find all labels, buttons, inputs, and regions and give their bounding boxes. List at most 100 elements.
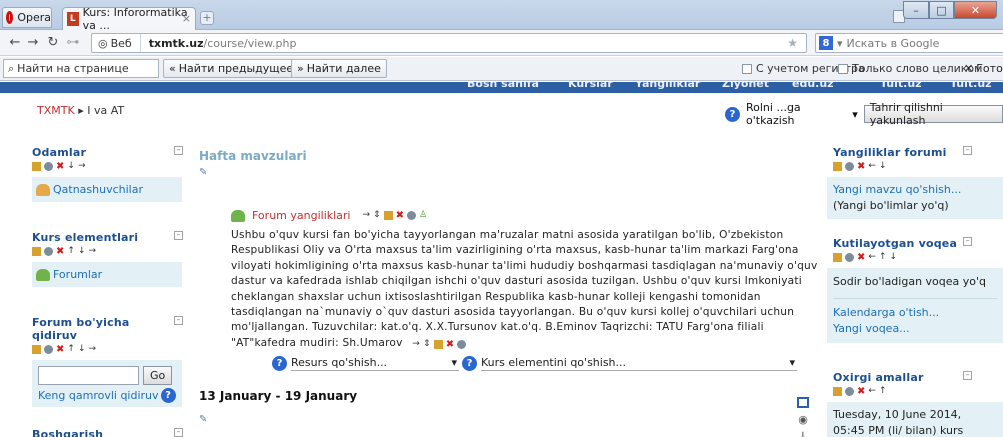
find-input[interactable]: ⌕ Найти на странице xyxy=(3,59,159,78)
new-tab-button[interactable]: + xyxy=(200,11,214,25)
go-button[interactable]: Go xyxy=(143,366,173,385)
move-down-icon[interactable]: ↓ xyxy=(78,247,86,256)
back-icon[interactable]: ← xyxy=(6,35,24,50)
move-icon[interactable]: ⇕ xyxy=(373,211,381,220)
edit-icon[interactable] xyxy=(32,162,41,171)
move-down-icon[interactable]: ↓ xyxy=(799,431,807,437)
delete-icon[interactable]: ✖ xyxy=(446,339,455,349)
hide-section-icon[interactable]: ◉ xyxy=(798,413,808,426)
find-previous-button[interactable]: « Найти предыдущее xyxy=(163,59,300,78)
add-activity-select[interactable]: Kurs elementini qo'shish... ▾ xyxy=(481,355,797,371)
key-icon[interactable]: ⊶ xyxy=(64,35,82,50)
move-down-icon[interactable]: ↓ xyxy=(67,162,75,171)
opera-menu-button[interactable]: Opera xyxy=(2,7,52,28)
match-case-box[interactable] xyxy=(742,63,752,74)
collapse-icon[interactable]: – xyxy=(174,428,183,437)
add-topic-link[interactable]: Yangi mavzu qo'shish... xyxy=(833,183,961,196)
news-forum-link[interactable]: Forum yangiliklari xyxy=(252,209,351,222)
move-up-icon[interactable]: ↑ xyxy=(879,387,887,396)
move-right-icon[interactable]: → xyxy=(78,162,86,171)
move-left-icon[interactable]: ← xyxy=(868,387,876,396)
hide-icon[interactable] xyxy=(406,211,416,220)
collapse-icon[interactable]: – xyxy=(174,146,183,155)
hide-icon[interactable] xyxy=(44,162,53,171)
move-right-icon[interactable]: → xyxy=(412,339,420,349)
find-next-button[interactable]: » Найти далее xyxy=(291,59,387,78)
help-icon[interactable]: ? xyxy=(272,355,287,371)
forward-icon[interactable]: → xyxy=(24,35,42,50)
tab-close-icon[interactable]: × xyxy=(182,12,191,25)
bookmark-star-icon[interactable]: ★ xyxy=(787,36,798,50)
move-up-icon[interactable]: ↑ xyxy=(879,253,887,262)
advanced-search-link[interactable]: Keng qamrovli qidiruv xyxy=(38,389,159,402)
search-field[interactable]: 8 ▾ Искать в Google xyxy=(815,33,1003,53)
move-right-icon[interactable]: → xyxy=(88,247,96,256)
move-up-icon[interactable]: ↑ xyxy=(67,345,75,354)
close-button[interactable]: ✕ xyxy=(954,1,997,19)
show-only-section-icon[interactable] xyxy=(797,397,809,408)
reload-icon[interactable]: ↻ xyxy=(44,35,62,50)
search-dropdown-icon[interactable]: ▾ xyxy=(837,37,843,50)
move-right-icon[interactable]: → xyxy=(363,211,371,220)
whole-word-checkbox[interactable]: Только слово целиком xyxy=(838,62,982,75)
delete-icon[interactable]: ✖ xyxy=(396,211,404,221)
highlight-icon[interactable]: ✎ xyxy=(199,167,207,178)
add-resource-select[interactable]: Resurs qo'shish... ▾ xyxy=(291,355,459,371)
hide-icon[interactable] xyxy=(44,247,53,256)
tab-course[interactable]: L Kurs: Inforormatika va ... × xyxy=(62,6,196,32)
delete-icon[interactable]: ✖ xyxy=(857,162,865,172)
find-done-button[interactable]: ✕ Готово xyxy=(964,62,1003,75)
hide-icon[interactable] xyxy=(845,387,854,396)
site-nav-item[interactable]: Yangiliklar xyxy=(635,82,700,90)
collapse-icon[interactable]: – xyxy=(174,231,183,240)
turn-editing-off-button[interactable]: Tahrir qilishni yakunlash xyxy=(863,101,1003,127)
switch-role-select[interactable]: Rolni ...ga o'tkazish ▾ xyxy=(746,101,858,127)
edit-icon[interactable] xyxy=(32,247,41,256)
help-icon[interactable]: ? xyxy=(462,355,477,371)
move-icon[interactable]: ⇕ xyxy=(423,339,431,349)
edit-icon[interactable] xyxy=(833,387,842,396)
move-up-icon[interactable]: ↑ xyxy=(67,247,75,256)
move-down-icon[interactable]: ↓ xyxy=(78,345,86,354)
collapse-icon[interactable]: – xyxy=(174,316,183,325)
hide-icon[interactable] xyxy=(845,162,854,171)
breadcrumb-root-link[interactable]: TXMTK xyxy=(37,104,75,117)
move-left-icon[interactable]: ← xyxy=(868,162,876,171)
move-left-icon[interactable]: ← xyxy=(868,253,876,262)
whole-word-box[interactable] xyxy=(838,63,848,74)
collapse-icon[interactable]: – xyxy=(963,237,972,246)
collapse-icon[interactable]: – xyxy=(963,371,972,380)
edit-icon[interactable] xyxy=(433,339,443,349)
delete-icon[interactable]: ✖ xyxy=(56,162,64,172)
help-icon[interactable]: ? xyxy=(725,106,740,122)
delete-icon[interactable]: ✖ xyxy=(56,247,64,257)
site-nav-item[interactable]: Bosh sahifa xyxy=(467,82,539,90)
new-event-link[interactable]: Yangi voqea... xyxy=(833,322,910,335)
delete-icon[interactable]: ✖ xyxy=(857,387,865,397)
move-down-icon[interactable]: ↓ xyxy=(889,253,897,262)
maximize-button[interactable]: □ xyxy=(929,1,954,19)
web-badge[interactable]: ◎ Веб xyxy=(92,34,141,52)
delete-icon[interactable]: ✖ xyxy=(857,253,865,263)
edit-icon[interactable] xyxy=(833,162,842,171)
help-icon[interactable]: ? xyxy=(160,388,176,403)
site-nav-item[interactable]: Tuit.uz xyxy=(880,82,922,90)
hide-icon[interactable] xyxy=(44,345,53,354)
edit-icon[interactable] xyxy=(383,211,393,220)
site-nav-item[interactable]: Kurslar xyxy=(568,82,613,90)
hide-icon[interactable] xyxy=(845,253,854,262)
hide-icon[interactable] xyxy=(457,339,467,349)
forum-search-input[interactable] xyxy=(38,366,139,385)
site-nav-item[interactable]: Ziyonet xyxy=(722,82,769,90)
site-nav-item[interactable]: edu.uz xyxy=(792,82,834,90)
participants-link[interactable]: Qatnashuvchilar xyxy=(53,183,143,196)
group-icon[interactable]: ♙ xyxy=(419,211,427,220)
site-nav-item[interactable]: Tuit.uz xyxy=(950,82,992,90)
move-right-icon[interactable]: → xyxy=(88,345,96,354)
edit-icon[interactable] xyxy=(833,253,842,262)
collapse-icon[interactable]: – xyxy=(963,146,972,155)
move-down-icon[interactable]: ↓ xyxy=(879,162,887,171)
calendar-link[interactable]: Kalendarga o'tish... xyxy=(833,306,939,319)
minimize-button[interactable]: – xyxy=(903,1,929,19)
delete-icon[interactable]: ✖ xyxy=(56,345,64,355)
